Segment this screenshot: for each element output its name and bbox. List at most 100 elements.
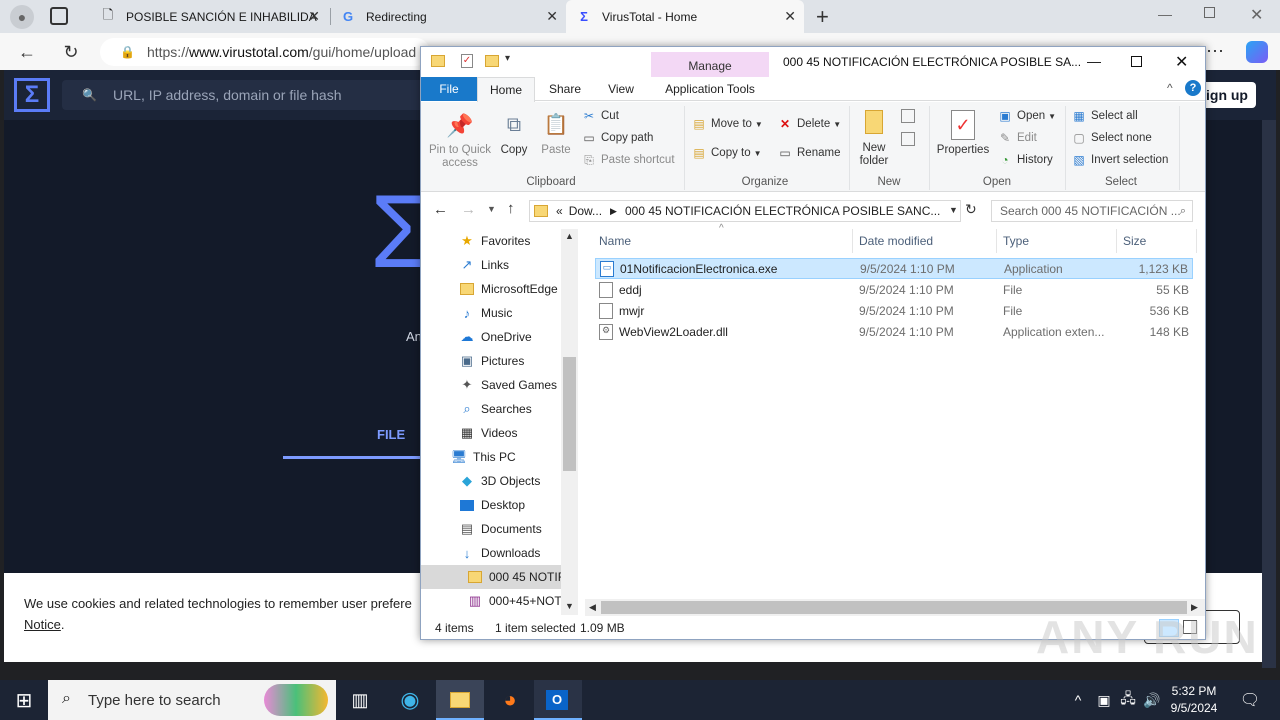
properties-quick-icon[interactable]: ✓ <box>461 54 473 68</box>
tab-redirecting[interactable]: G Redirecting ✕ <box>330 0 566 33</box>
nav-item-favorites[interactable]: ★ Favorites <box>459 229 530 253</box>
pin-quick-access-button[interactable]: 📌 Pin to Quick access <box>425 110 495 170</box>
nav-item-searches[interactable]: ⌕ Searches <box>459 397 531 421</box>
nav-item-pictures[interactable]: ▣ Pictures <box>459 349 525 373</box>
nav-item-archive[interactable]: ▥ 000+45+NOT <box>467 589 562 613</box>
delete-button[interactable]: ✕ Delete ▼ <box>777 115 841 133</box>
nav-item-saved-games[interactable]: ✦ Saved Games <box>459 373 558 397</box>
tab-virustotal[interactable]: Σ VirusTotal - Home ✕ <box>566 0 804 33</box>
back-icon[interactable]: ← <box>433 201 448 218</box>
tab-posible-sancion[interactable]: 🗋 POSIBLE SANCIÓN E INHABILIDA ✕ <box>90 0 328 33</box>
nav-item-videos[interactable]: ▦ Videos <box>459 421 518 445</box>
file-row-eddj[interactable]: eddj 9/5/2024 1:10 PM File 55 KB <box>595 280 1193 301</box>
close-icon[interactable]: ✕ <box>1175 52 1188 72</box>
tab-actions-icon[interactable] <box>50 7 68 25</box>
paste-shortcut-button[interactable]: ⎘ Paste shortcut <box>581 151 674 169</box>
address-bar[interactable]: « Dow... ▶ 000 45 NOTIFICACIÓN ELECTRÓNI… <box>529 200 961 222</box>
close-tab-icon[interactable]: ✕ <box>784 8 796 25</box>
cut-button[interactable]: ✂ Cut <box>581 107 619 125</box>
collapse-ribbon-icon[interactable]: ^ <box>1167 81 1173 95</box>
nav-item-onedrive[interactable]: ☁ OneDrive <box>459 325 532 349</box>
close-icon[interactable]: ✕ <box>1250 5 1263 25</box>
nav-item-music[interactable]: ♪ Music <box>459 301 513 325</box>
new-folder-quick-icon[interactable] <box>485 55 499 67</box>
rename-button[interactable]: ▭ Rename <box>777 144 840 162</box>
nav-item-downloads[interactable]: ↓ Downloads <box>459 541 541 565</box>
copy-to-button[interactable]: ▤ Copy to ▼ <box>691 144 761 162</box>
notifications-icon[interactable]: 🗨 <box>1236 686 1264 714</box>
copy-button[interactable]: ⧉ Copy <box>497 110 531 157</box>
scroll-down-icon[interactable]: ▼ <box>565 601 574 611</box>
nav-item-this-pc[interactable]: 🖥 This PC <box>451 445 516 469</box>
path-segment-current[interactable]: 000 45 NOTIFICACIÓN ELECTRÓNICA POSIBLE … <box>625 204 940 218</box>
edit-button[interactable]: ✎ Edit <box>997 129 1037 147</box>
more-menu-icon[interactable]: ⋯ <box>1206 41 1224 62</box>
taskbar-search-input[interactable]: ⌕ Type here to search <box>48 680 336 720</box>
open-button[interactable]: ▣ Open ▼ <box>997 107 1056 125</box>
new-folder-button[interactable]: New folder <box>855 110 893 168</box>
help-icon[interactable]: ? <box>1185 80 1201 96</box>
new-item-icon[interactable] <box>901 109 915 123</box>
file-explorer-taskbar-button[interactable] <box>436 680 484 720</box>
nav-item-current-folder[interactable]: 000 45 NOTIFI <box>421 565 578 589</box>
copy-path-button[interactable]: ▭ Copy path <box>581 129 653 147</box>
invert-selection-button[interactable]: ▧ Invert selection <box>1071 151 1168 169</box>
scroll-left-icon[interactable]: ◀ <box>589 602 596 613</box>
scroll-up-icon[interactable]: ▲ <box>565 231 574 241</box>
select-none-button[interactable]: ▢ Select none <box>1071 129 1151 147</box>
taskbar-clock[interactable]: 5:32 PM 9/5/2024 <box>1162 683 1226 717</box>
new-tab-button[interactable]: + <box>816 4 829 30</box>
tab-view[interactable]: View <box>595 77 647 101</box>
minimize-icon[interactable]: — <box>1158 6 1172 22</box>
path-prefix[interactable]: « <box>556 204 563 218</box>
virustotal-search-input[interactable]: 🔍 URL, IP address, domain or file hash <box>62 80 482 110</box>
nav-item-documents[interactable]: ▤ Documents <box>459 517 542 541</box>
file-row-dll[interactable]: ⚙ WebView2Loader.dll 9/5/2024 1:10 PM Ap… <box>595 322 1193 343</box>
file-row-mwjr[interactable]: mwjr 9/5/2024 1:10 PM File 536 KB <box>595 301 1193 322</box>
refresh-icon[interactable]: ↻ <box>58 39 84 65</box>
tab-share[interactable]: Share <box>539 77 591 101</box>
navigation-pane-scrollbar[interactable]: ▲ ▼ <box>561 229 578 615</box>
easy-access-icon[interactable] <box>901 132 915 146</box>
nav-item-microsoftedge[interactable]: MicrosoftEdge <box>459 277 558 301</box>
properties-button[interactable]: ✓ Properties <box>935 110 991 157</box>
address-input[interactable]: 🔒 https://www.virustotal.com/gui/home/up… <box>100 38 430 66</box>
nav-item-3d-objects[interactable]: ◆ 3D Objects <box>459 469 540 493</box>
paste-button[interactable]: 📋 Paste <box>539 110 573 157</box>
path-dropdown-icon[interactable]: ▼ <box>949 205 958 215</box>
outlook-taskbar-button[interactable]: O <box>534 680 582 720</box>
move-to-button[interactable]: ▤ Move to ▼ <box>691 115 763 133</box>
file-tab[interactable]: FILE <box>377 427 405 442</box>
customize-quick-access-icon[interactable]: ▾ <box>505 53 510 64</box>
back-icon[interactable]: ← <box>14 39 40 65</box>
close-tab-icon[interactable]: ✕ <box>308 8 320 25</box>
copilot-icon[interactable] <box>1246 41 1268 63</box>
file-row-exe[interactable]: ▭ 01NotificacionElectronica.exe 9/5/2024… <box>595 258 1193 279</box>
minimize-icon[interactable]: — <box>1087 53 1101 69</box>
refresh-icon[interactable]: ↻ <box>965 201 977 218</box>
maximize-icon[interactable] <box>1131 56 1142 67</box>
column-header-size[interactable]: Size <box>1117 229 1197 253</box>
history-button[interactable]: ◔ History <box>997 151 1052 169</box>
show-hidden-icons-icon[interactable]: ^ <box>1064 686 1092 714</box>
up-icon[interactable]: ↑ <box>507 200 515 217</box>
windows-start-icon[interactable]: ⊞ <box>10 686 38 714</box>
virustotal-logo-icon[interactable]: Σ <box>14 78 50 112</box>
path-segment-downloads[interactable]: Dow... <box>569 204 602 218</box>
page-scrollbar[interactable] <box>1262 120 1276 668</box>
notice-link[interactable]: Notice <box>24 617 61 632</box>
select-all-button[interactable]: ▦ Select all <box>1071 107 1137 125</box>
column-header-date[interactable]: Date modified <box>853 229 997 253</box>
firefox-icon[interactable]: ◕ <box>496 686 524 714</box>
profile-avatar[interactable]: ● <box>10 5 34 29</box>
task-view-icon[interactable]: ▥ <box>346 686 374 714</box>
close-tab-icon[interactable]: ✕ <box>546 8 558 25</box>
edge-icon[interactable]: ◉ <box>396 686 424 714</box>
recent-locations-icon[interactable]: ▼ <box>487 204 496 214</box>
forward-icon[interactable]: → <box>461 201 476 218</box>
nav-item-desktop[interactable]: Desktop <box>459 493 525 517</box>
explorer-search-input[interactable]: Search 000 45 NOTIFICACIÓN ... ⌕ <box>991 200 1193 222</box>
tab-application-tools[interactable]: Application Tools <box>651 77 769 101</box>
column-header-type[interactable]: Type <box>997 229 1117 253</box>
scroll-thumb[interactable] <box>563 357 576 471</box>
